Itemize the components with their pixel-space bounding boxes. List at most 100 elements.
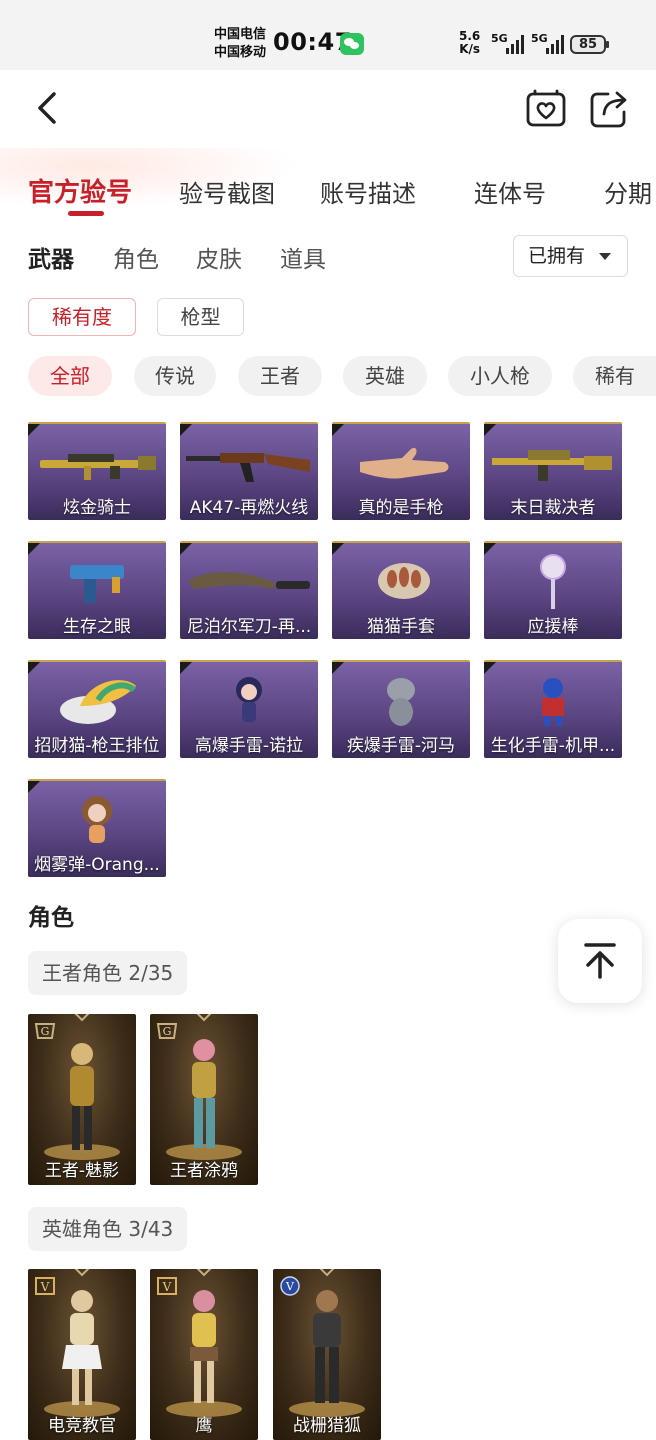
scroll-to-top-button[interactable] xyxy=(558,919,642,1003)
favorite-button[interactable] xyxy=(525,88,567,130)
category-skins[interactable]: 皮肤 xyxy=(196,240,242,274)
carrier-1: 中国电信 xyxy=(214,27,267,42)
cat-paw-glove-image xyxy=(378,563,430,599)
lucky-cat-paw-image xyxy=(60,680,137,724)
king-badge-icon: G xyxy=(156,1023,178,1039)
chip-legend[interactable]: 传说 xyxy=(134,356,216,396)
notch-icon xyxy=(74,1269,90,1277)
role-card[interactable]: G 王者涂鸦 xyxy=(150,1014,258,1185)
active-tab-indicator xyxy=(68,211,104,216)
king-roles-group[interactable]: 王者角色 2/35 xyxy=(28,951,188,995)
weapon-name: 猫猫手套 xyxy=(367,617,435,637)
owned-filter-dropdown[interactable]: 已拥有 xyxy=(513,235,628,277)
net-speed: 5.6 K/s xyxy=(459,30,480,56)
svg-text:V: V xyxy=(40,1280,50,1294)
battery-icon: 85 xyxy=(570,35,609,54)
role-card[interactable]: V 鹰 xyxy=(150,1269,258,1440)
notch-icon xyxy=(196,1014,212,1022)
ak47-image xyxy=(186,453,310,482)
chip-all[interactable]: 全部 xyxy=(28,356,112,396)
weapon-name: 应援棒 xyxy=(527,617,579,637)
status-bar: 中国电信 中国移动 00:47 5.6 K/s 5G 5G 85 xyxy=(0,0,656,70)
tab-official-check[interactable]: 官方验号 xyxy=(28,172,132,209)
chip-mini-gun[interactable]: 小人枪 xyxy=(448,356,552,396)
role-card[interactable]: V 电竞教官 xyxy=(28,1269,136,1440)
chibi-orange-grenade-image xyxy=(82,796,112,843)
chip-king[interactable]: 王者 xyxy=(238,356,322,396)
arrow-up-to-top-icon xyxy=(584,943,616,979)
tab-linked-account[interactable]: 连体号 xyxy=(474,174,546,209)
hand-image xyxy=(360,447,449,479)
category-weapons[interactable]: 武器 xyxy=(28,240,74,274)
tab-screenshots[interactable]: 验号截图 xyxy=(179,174,275,209)
weapon-card[interactable]: 疾爆手雷-河马 xyxy=(332,660,470,758)
gold-rifle-image xyxy=(40,454,156,480)
wechat-icon xyxy=(340,33,364,55)
notch-icon xyxy=(196,1269,212,1277)
hero-badge-icon: V xyxy=(280,1276,300,1296)
weapon-name: 招财猫-枪王排位 xyxy=(34,736,160,756)
sort-gun-type-button[interactable]: 枪型 xyxy=(157,298,244,336)
robot-grenade-image xyxy=(542,678,564,726)
svg-text:G: G xyxy=(41,1025,50,1038)
category-items[interactable]: 道具 xyxy=(280,240,326,274)
share-icon xyxy=(590,91,627,128)
weapon-card[interactable]: AK47-再燃火线 xyxy=(180,422,318,520)
carriers: 中国电信 中国移动 xyxy=(214,26,266,62)
carrier-2: 中国移动 xyxy=(214,45,267,60)
weapon-card[interactable]: 炫金骑士 xyxy=(28,422,166,520)
weapon-name: 高爆手雷-诺拉 xyxy=(194,736,304,756)
tab-installment[interactable]: 分期 xyxy=(604,174,652,209)
back-button[interactable] xyxy=(28,88,68,128)
weapon-card[interactable]: 猫猫手套 xyxy=(332,541,470,639)
svg-text:V: V xyxy=(162,1280,172,1294)
signal-bars-1-icon xyxy=(506,34,524,54)
weapon-name: 末日裁决者 xyxy=(510,498,596,518)
caret-down-icon xyxy=(599,253,611,260)
role-card[interactable]: V 战栅猎狐 xyxy=(273,1269,381,1440)
role-name: 王者-魅影 xyxy=(44,1161,120,1181)
role-name: 王者涂鸦 xyxy=(170,1161,238,1181)
weapon-name: 生存之眼 xyxy=(63,617,131,637)
sort-rarity-button[interactable]: 稀有度 xyxy=(28,298,136,336)
weapon-name: 真的是手枪 xyxy=(358,498,444,518)
chip-hero[interactable]: 英雄 xyxy=(343,356,427,396)
gold-machine-gun-image xyxy=(492,450,612,481)
category-roles[interactable]: 角色 xyxy=(113,240,159,274)
weapon-name: 疾爆手雷-河马 xyxy=(346,736,456,756)
glowstick-image xyxy=(540,554,566,609)
hero-roles-group[interactable]: 英雄角色 3/43 xyxy=(28,1207,188,1251)
weapon-card[interactable]: 高爆手雷-诺拉 xyxy=(180,660,318,758)
weapon-card[interactable]: 尼泊尔军刀-再... xyxy=(180,541,318,639)
tab-description[interactable]: 账号描述 xyxy=(320,174,416,209)
weapon-name: 尼泊尔军刀-再... xyxy=(186,617,312,637)
weapon-name: 炫金骑士 xyxy=(63,498,131,518)
notch-icon xyxy=(319,1269,335,1277)
weapon-card[interactable]: 烟雾弹-Orang... xyxy=(28,779,166,877)
king-badge-icon: G xyxy=(34,1023,56,1039)
owned-filter-value: 已拥有 xyxy=(528,245,586,267)
roles-section-title: 角色 xyxy=(28,905,74,931)
hero-badge-icon: V xyxy=(35,1277,55,1295)
weapon-card[interactable]: 末日裁决者 xyxy=(484,422,622,520)
net-speed-unit: K/s xyxy=(459,42,481,56)
weapon-card[interactable]: 生存之眼 xyxy=(28,541,166,639)
smg-image xyxy=(70,565,124,603)
weapon-card[interactable]: 生化手雷-机甲... xyxy=(484,660,622,758)
signal-bars-2-icon xyxy=(546,34,564,54)
notch-icon xyxy=(74,1014,90,1022)
chip-rare[interactable]: 稀有 xyxy=(573,356,656,396)
hero-badge-icon: V xyxy=(157,1277,177,1295)
share-button[interactable] xyxy=(588,88,630,130)
role-card[interactable]: G 王者-魅影 xyxy=(28,1014,136,1185)
weapon-card[interactable]: 应援棒 xyxy=(484,541,622,639)
weapon-name: 生化手雷-机甲... xyxy=(490,736,616,756)
battery-level: 85 xyxy=(578,37,598,52)
weapon-card[interactable]: 招财猫-枪王排位 xyxy=(28,660,166,758)
svg-text:V: V xyxy=(285,1280,295,1293)
svg-text:G: G xyxy=(163,1025,172,1038)
chibi-girl-grenade-image xyxy=(236,677,262,722)
weapon-name: AK47-再燃火线 xyxy=(189,498,309,518)
kukri-knife-image xyxy=(188,572,310,589)
weapon-card[interactable]: 真的是手枪 xyxy=(332,422,470,520)
